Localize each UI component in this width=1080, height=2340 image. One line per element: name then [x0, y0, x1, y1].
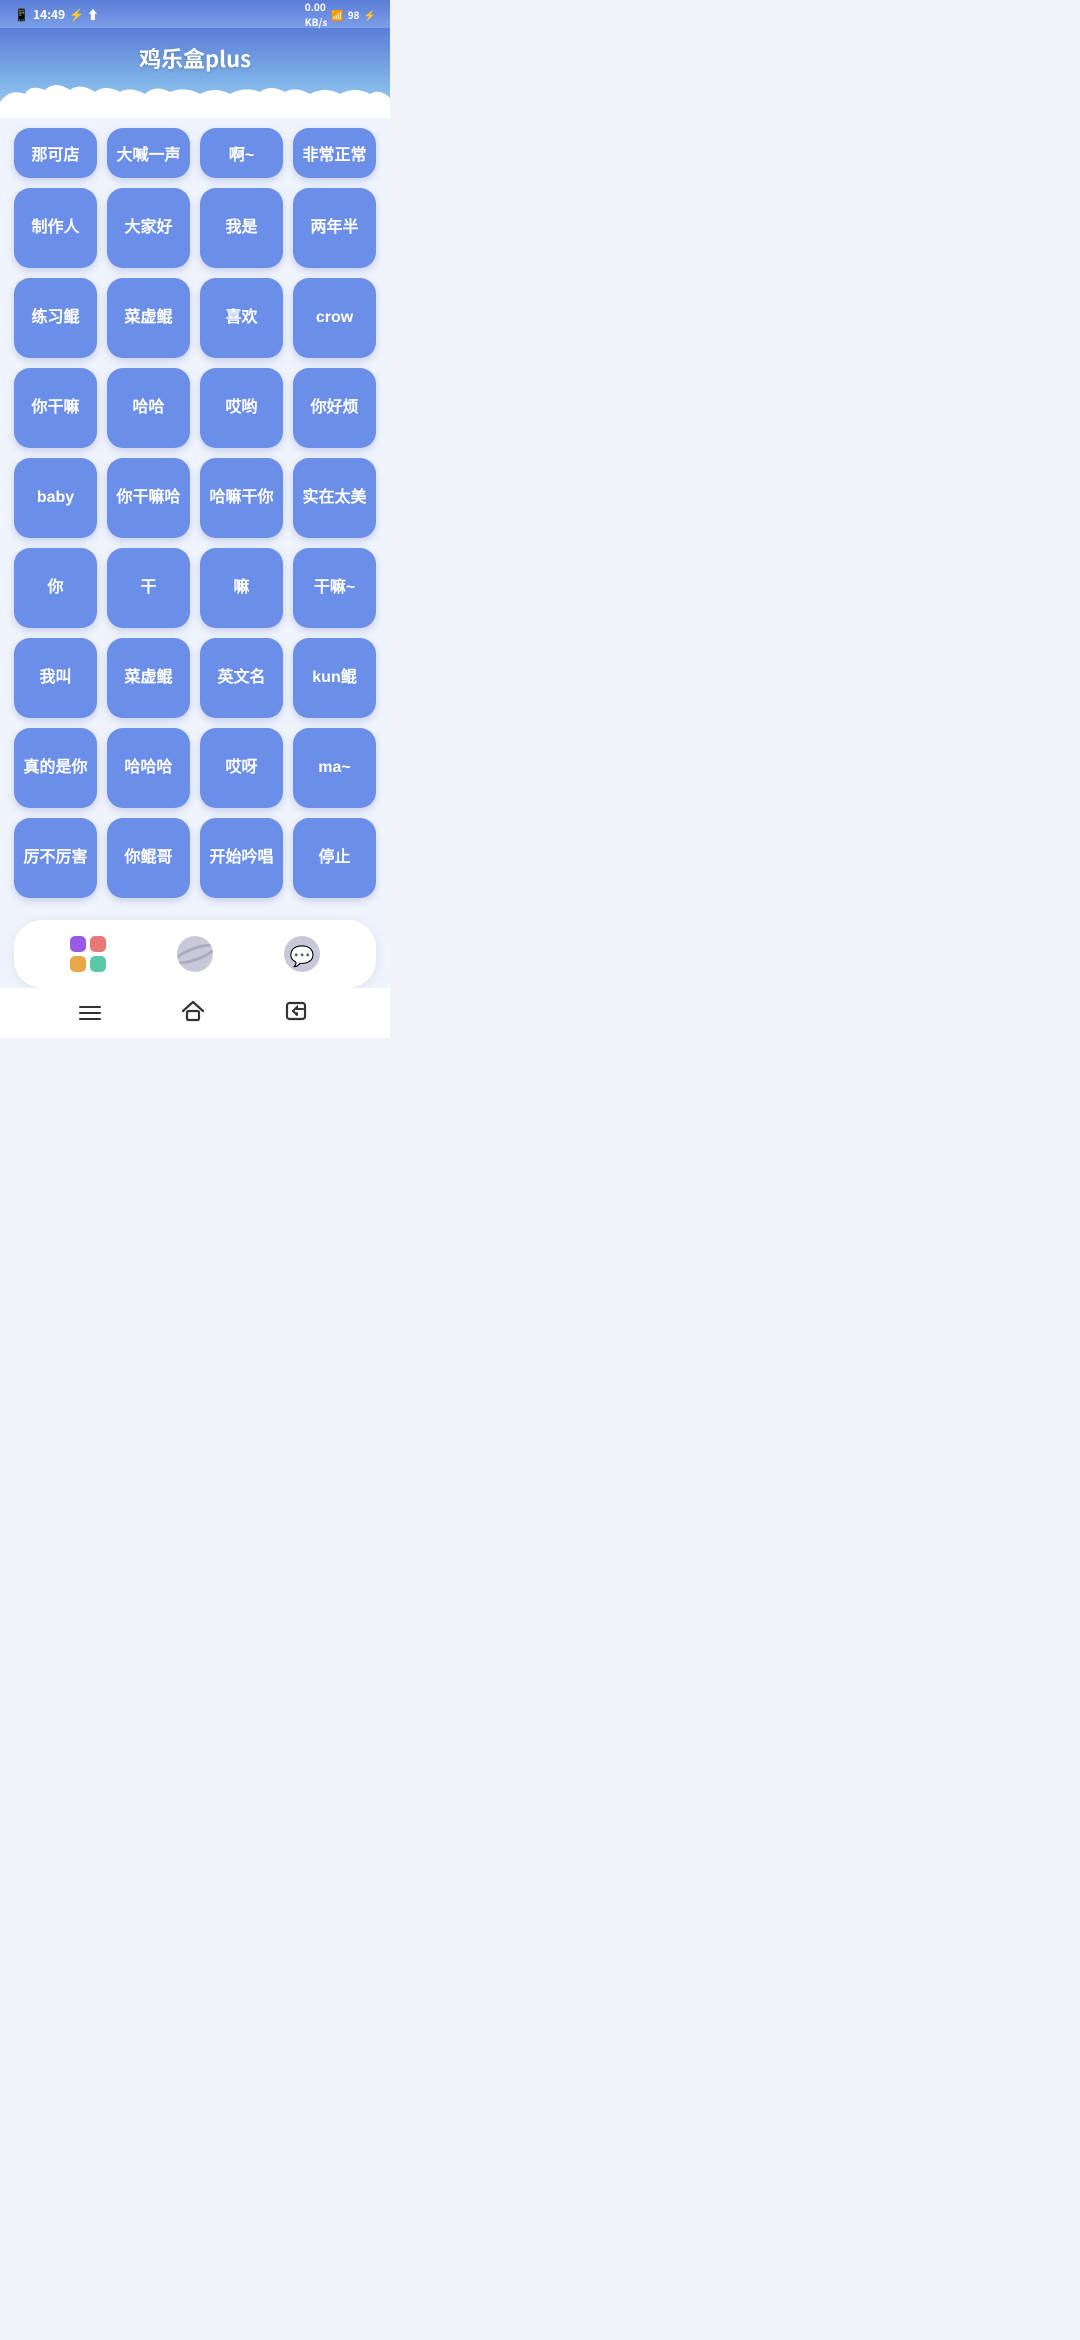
partial-row: 那可店 大喊一声 啊~ 非常正常: [14, 128, 376, 178]
btn-gan-ma-tilde[interactable]: 干嘛~: [293, 548, 376, 628]
tab-chat[interactable]: 💬: [268, 932, 336, 976]
btn-ma-tilde[interactable]: ma~: [293, 728, 376, 808]
tab-planet[interactable]: [161, 932, 229, 976]
btn-gan[interactable]: 干: [107, 548, 190, 628]
back-icon: [285, 998, 311, 1024]
status-wifi-icon: 📶: [331, 7, 343, 22]
cloud-decoration: [0, 82, 390, 118]
status-bar: 📱 14:49 ⚡ ⬆ 0.00KB/s 📶 98 ⚡: [0, 0, 390, 28]
home-icon: [180, 998, 206, 1024]
status-right: 0.00KB/s 📶 98 ⚡: [305, 0, 376, 29]
menu-button[interactable]: [79, 1006, 101, 1020]
btn-liangnianban[interactable]: 两年半: [293, 188, 376, 268]
btn-nihao-fan[interactable]: 你好烦: [293, 368, 376, 448]
tab-apps[interactable]: [54, 932, 122, 976]
apps-sq1: [70, 936, 86, 952]
btn-tingzhi[interactable]: 停止: [293, 818, 376, 898]
btn-nigan-maha[interactable]: 你干嘛哈: [107, 458, 190, 538]
btn-aiya[interactable]: 哎呀: [200, 728, 283, 808]
btn-woshi[interactable]: 我是: [200, 188, 283, 268]
apps-sq3: [70, 956, 86, 972]
hamburger-line3: [79, 1018, 101, 1020]
btn-shizai-tai-mei[interactable]: 实在太美: [293, 458, 376, 538]
btn-zhende-shini[interactable]: 真的是你: [14, 728, 97, 808]
btn-ni-kun-ge[interactable]: 你鲲哥: [107, 818, 190, 898]
btn-caixu-kun2[interactable]: 菜虚鲲: [107, 638, 190, 718]
hamburger-line2: [79, 1012, 101, 1014]
status-network: 0.00KB/s: [305, 0, 328, 29]
btn-aiyou[interactable]: 哎哟: [200, 368, 283, 448]
apps-sq2: [90, 936, 106, 952]
btn-dajiahao[interactable]: 大家好: [107, 188, 190, 268]
btn-da-han[interactable]: 大喊一声: [107, 128, 190, 178]
chat-icon: 💬: [284, 936, 320, 972]
main-content: 那可店 大喊一声 啊~ 非常正常 制作人 大家好 我是 两年半 练习鲲 菜虚鲲 …: [0, 118, 390, 912]
status-time: 14:49: [33, 6, 65, 23]
btn-ni[interactable]: 你: [14, 548, 97, 628]
btn-caixu-kun[interactable]: 菜虚鲲: [107, 278, 190, 358]
btn-ma2[interactable]: 嘛: [200, 548, 283, 628]
btn-lianxi-kun[interactable]: 练习鲲: [14, 278, 97, 358]
btn-nake-dian[interactable]: 那可店: [14, 128, 97, 178]
button-grid: 制作人 大家好 我是 两年半 练习鲲 菜虚鲲 喜欢 crow 你干嘛 哈哈 哎哟…: [14, 188, 376, 898]
status-sim-icon: 📱: [14, 6, 29, 23]
btn-kaishi-yinchang[interactable]: 开始吟唱: [200, 818, 283, 898]
btn-nigan-ma[interactable]: 你干嘛: [14, 368, 97, 448]
btn-baby[interactable]: baby: [14, 458, 97, 538]
btn-crow[interactable]: crow: [293, 278, 376, 358]
btn-wojiao[interactable]: 我叫: [14, 638, 97, 718]
status-left: 📱 14:49 ⚡ ⬆: [14, 6, 99, 23]
tab-bar-wrapper: 💬: [0, 912, 390, 988]
status-icons: ⚡ ⬆: [69, 6, 99, 23]
btn-hama-ganni[interactable]: 哈嘛干你: [200, 458, 283, 538]
btn-xihuan[interactable]: 喜欢: [200, 278, 283, 358]
hamburger-line1: [79, 1006, 101, 1008]
tab-bar: 💬: [14, 920, 376, 988]
apps-icon: [70, 936, 106, 972]
status-battery: 98: [348, 7, 360, 22]
status-bolt-icon: ⚡: [364, 7, 376, 22]
btn-yingwen-ming[interactable]: 英文名: [200, 638, 283, 718]
app-title: 鸡乐盒plus: [0, 36, 390, 84]
btn-libulihai[interactable]: 厉不厉害: [14, 818, 97, 898]
btn-kun-kun[interactable]: kun鲲: [293, 638, 376, 718]
btn-haha[interactable]: 哈哈: [107, 368, 190, 448]
btn-hahaha[interactable]: 哈哈哈: [107, 728, 190, 808]
btn-a[interactable]: 啊~: [200, 128, 283, 178]
home-button[interactable]: [180, 998, 206, 1029]
btn-zhizuoren[interactable]: 制作人: [14, 188, 97, 268]
header: 鸡乐盒plus: [0, 28, 390, 118]
apps-sq4: [90, 956, 106, 972]
btn-feichang[interactable]: 非常正常: [293, 128, 376, 178]
back-button[interactable]: [285, 998, 311, 1029]
planet-icon: [177, 936, 213, 972]
system-nav: [0, 988, 390, 1038]
